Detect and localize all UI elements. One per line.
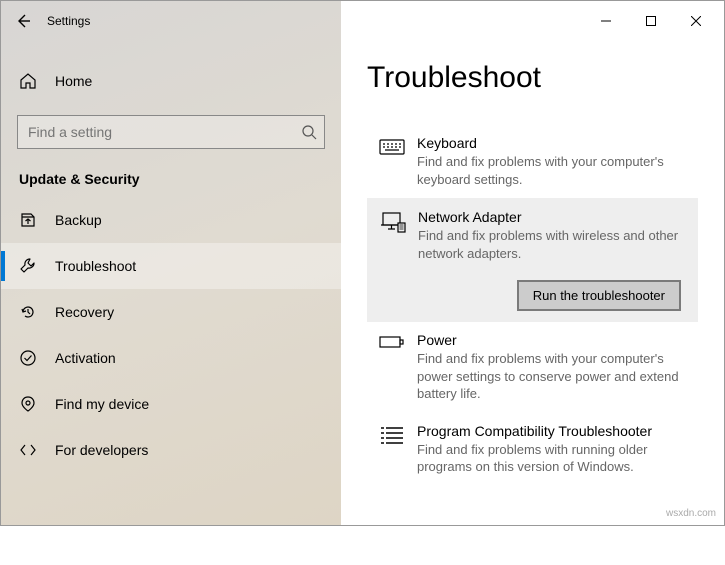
- close-button[interactable]: [673, 6, 718, 36]
- sidebar: Settings Home Update & Security Backup T…: [1, 1, 341, 525]
- main-content: Troubleshoot Keyboard Find and fix probl…: [341, 41, 724, 565]
- sidebar-item-recovery[interactable]: Recovery: [1, 289, 341, 335]
- home-icon: [19, 72, 39, 90]
- sidebar-item-label: Troubleshoot: [39, 258, 136, 274]
- sidebar-item-label: Activation: [39, 350, 116, 366]
- window-title: Settings: [39, 14, 90, 28]
- sidebar-item-label: Backup: [39, 212, 102, 228]
- back-button[interactable]: [7, 5, 39, 37]
- main-panel: Troubleshoot Keyboard Find and fix probl…: [341, 1, 724, 525]
- troubleshooter-keyboard[interactable]: Keyboard Find and fix problems with your…: [367, 125, 698, 198]
- troubleshooter-title: Keyboard: [417, 135, 686, 151]
- window-controls: [583, 6, 718, 36]
- sidebar-item-label: For developers: [39, 442, 148, 458]
- troubleshooter-desc: Find and fix problems with your computer…: [417, 350, 686, 403]
- recovery-icon: [19, 303, 39, 321]
- minimize-button[interactable]: [583, 6, 628, 36]
- sidebar-item-label: Recovery: [39, 304, 114, 320]
- close-icon: [691, 16, 701, 26]
- power-icon: [379, 332, 411, 403]
- search-input[interactable]: [18, 124, 294, 140]
- watermark: wsxdn.com: [666, 508, 716, 519]
- minimize-icon: [601, 16, 611, 26]
- troubleshooter-desc: Find and fix problems with your computer…: [417, 153, 686, 188]
- troubleshooter-title: Program Compatibility Troubleshooter: [417, 423, 686, 439]
- network-adapter-icon: [380, 209, 412, 262]
- maximize-icon: [646, 16, 656, 26]
- troubleshooter-title: Network Adapter: [418, 209, 685, 225]
- search-icon: [294, 124, 324, 140]
- title-bar-right: [341, 1, 724, 41]
- page-title: Troubleshoot: [367, 61, 698, 95]
- troubleshooter-title: Power: [417, 332, 686, 348]
- troubleshooter-desc: Find and fix problems with running older…: [417, 441, 686, 476]
- run-troubleshooter-button[interactable]: Run the troubleshooter: [517, 280, 681, 311]
- troubleshooter-power[interactable]: Power Find and fix problems with your co…: [367, 322, 698, 413]
- activation-icon: [19, 349, 39, 367]
- maximize-button[interactable]: [628, 6, 673, 36]
- find-my-device-icon: [19, 395, 39, 413]
- section-header: Update & Security: [1, 149, 341, 197]
- sidebar-item-backup[interactable]: Backup: [1, 197, 341, 243]
- nav-home-label: Home: [39, 73, 92, 89]
- for-developers-icon: [19, 441, 39, 459]
- troubleshooter-desc: Find and fix problems with wireless and …: [418, 227, 685, 262]
- sidebar-item-for-developers[interactable]: For developers: [1, 427, 341, 473]
- backup-icon: [19, 211, 39, 229]
- nav-home[interactable]: Home: [1, 61, 341, 101]
- sidebar-item-troubleshoot[interactable]: Troubleshoot: [1, 243, 341, 289]
- sidebar-item-label: Find my device: [39, 396, 149, 412]
- program-compatibility-icon: [379, 423, 411, 476]
- back-arrow-icon: [15, 13, 31, 29]
- troubleshooter-network-adapter[interactable]: Network Adapter Find and fix problems wi…: [367, 198, 698, 322]
- troubleshooter-program-compatibility[interactable]: Program Compatibility Troubleshooter Fin…: [367, 413, 698, 486]
- sidebar-item-activation[interactable]: Activation: [1, 335, 341, 381]
- title-bar-left: Settings: [1, 1, 341, 41]
- search-box[interactable]: [17, 115, 325, 149]
- keyboard-icon: [379, 135, 411, 188]
- sidebar-item-find-my-device[interactable]: Find my device: [1, 381, 341, 427]
- troubleshoot-icon: [19, 257, 39, 275]
